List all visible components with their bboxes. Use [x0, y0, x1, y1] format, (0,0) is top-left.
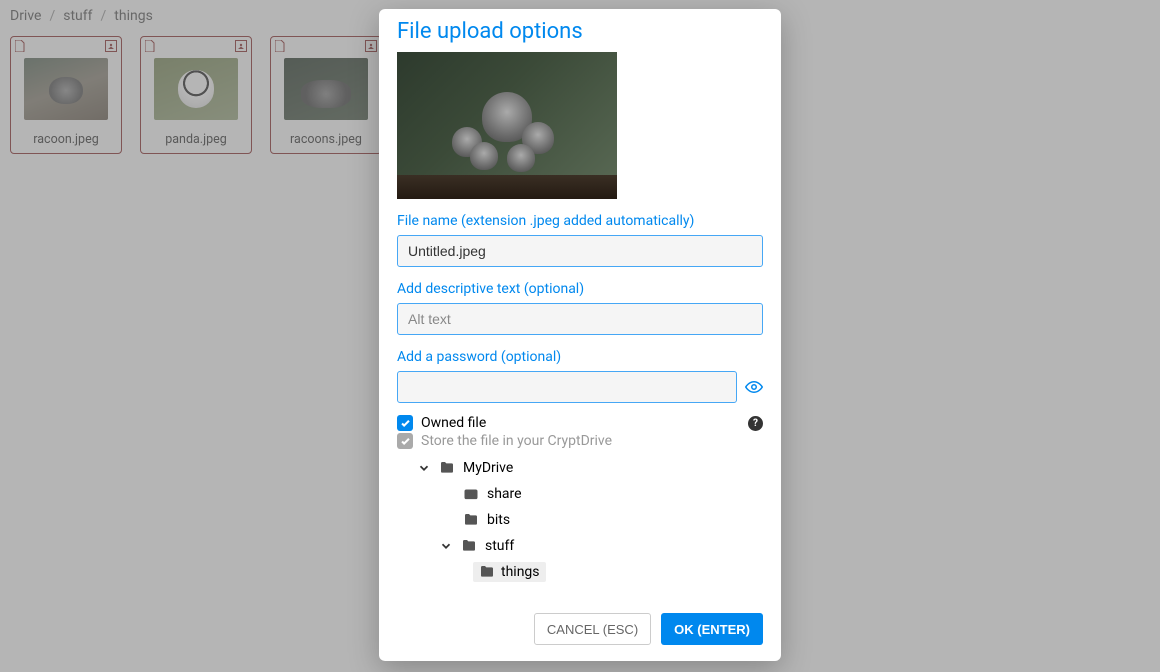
password-input[interactable]: [397, 371, 737, 403]
store-file-checkbox: [397, 433, 413, 449]
owned-file-row[interactable]: Owned file ?: [397, 415, 763, 431]
filename-input[interactable]: [397, 235, 763, 267]
upload-modal: File upload options File name (extension…: [379, 9, 781, 661]
show-password-icon[interactable]: [745, 378, 763, 396]
alt-text-label: Add descriptive text (optional): [397, 281, 763, 297]
owned-file-label: Owned file: [421, 415, 486, 431]
ok-button[interactable]: OK (ENTER): [661, 613, 763, 645]
tree-item-label: share: [487, 486, 522, 502]
tree-item-share[interactable]: share: [397, 481, 763, 507]
tree-item-label: bits: [487, 512, 510, 528]
folder-icon: [461, 538, 477, 554]
help-icon[interactable]: ?: [748, 416, 763, 431]
folder-icon: [463, 512, 479, 528]
folder-tree: MyDrive share bits: [397, 455, 763, 585]
folder-icon: [479, 564, 495, 580]
chevron-down-icon[interactable]: [417, 461, 431, 475]
tree-item-mydrive[interactable]: MyDrive: [397, 455, 763, 481]
tree-item-stuff[interactable]: stuff: [397, 533, 763, 559]
modal-overlay[interactable]: File upload options File name (extension…: [0, 0, 1160, 672]
tree-item-label: MyDrive: [463, 460, 513, 476]
folder-icon: [439, 460, 455, 476]
alt-text-input[interactable]: [397, 303, 763, 335]
store-file-row: Store the file in your CryptDrive: [397, 433, 763, 449]
tree-item-bits[interactable]: bits: [397, 507, 763, 533]
tree-item-things[interactable]: things: [397, 559, 763, 585]
share-folder-icon: [463, 486, 479, 502]
password-label: Add a password (optional): [397, 349, 763, 365]
store-file-label: Store the file in your CryptDrive: [421, 433, 612, 449]
owned-file-checkbox[interactable]: [397, 415, 413, 431]
filename-label: File name (extension .jpeg added automat…: [397, 213, 763, 229]
upload-preview-image: [397, 52, 617, 199]
tree-item-label: stuff: [485, 538, 514, 554]
tree-item-label: things: [501, 564, 540, 580]
chevron-down-icon[interactable]: [439, 539, 453, 553]
modal-title: File upload options: [397, 19, 763, 44]
cancel-button[interactable]: CANCEL (ESC): [534, 613, 651, 645]
